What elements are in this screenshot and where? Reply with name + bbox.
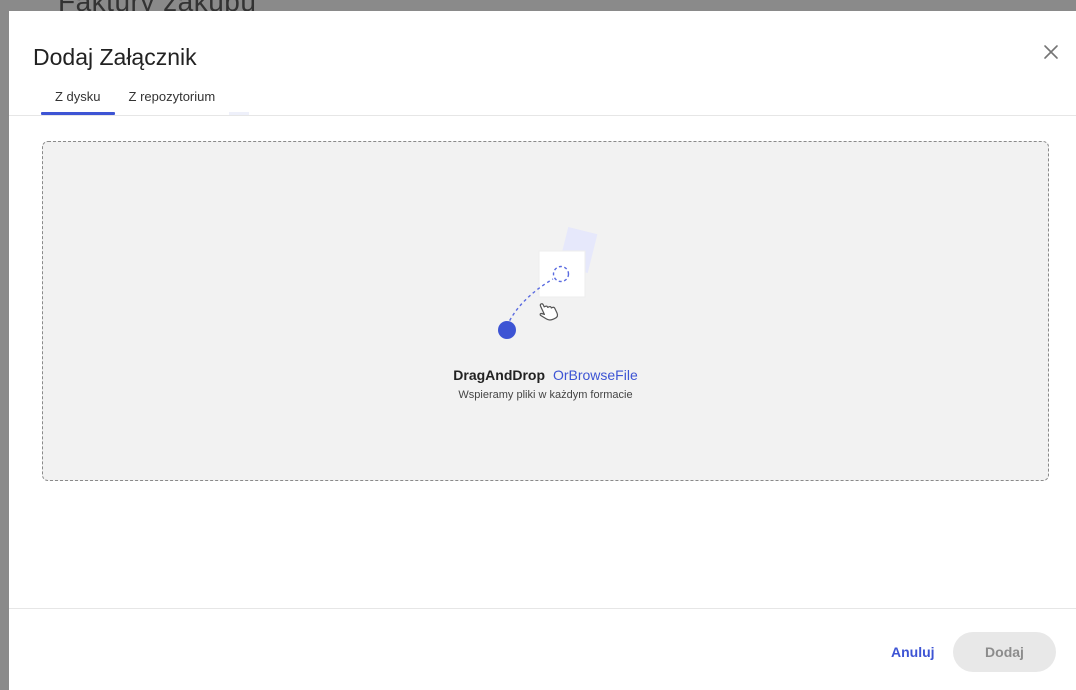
tab-from-disk[interactable]: Z dysku <box>41 85 115 115</box>
dropzone-main-text: DragAndDrop OrBrowseFile <box>43 367 1048 383</box>
add-attachment-dialog: Dodaj Załącznik Z dysku Z repozytorium D… <box>9 11 1076 690</box>
cancel-button[interactable]: Anuluj <box>877 632 949 672</box>
footer-divider <box>9 608 1076 609</box>
tabs: Z dysku Z repozytorium <box>41 85 230 115</box>
file-dropzone[interactable]: DragAndDrop OrBrowseFile Wspieramy pliki… <box>42 141 1049 481</box>
tabs-divider <box>9 115 1076 116</box>
drag-and-drop-illustration <box>473 220 613 340</box>
close-icon[interactable] <box>1040 41 1062 63</box>
tab-from-repository[interactable]: Z repozytorium <box>115 85 230 115</box>
drag-and-drop-label: DragAndDrop <box>453 367 546 383</box>
browse-file-link[interactable]: OrBrowseFile <box>553 367 638 383</box>
dialog-title: Dodaj Załącznik <box>33 44 197 70</box>
add-button[interactable]: Dodaj <box>953 632 1056 672</box>
dropzone-subtitle: Wspieramy pliki w każdym formacie <box>458 389 633 401</box>
